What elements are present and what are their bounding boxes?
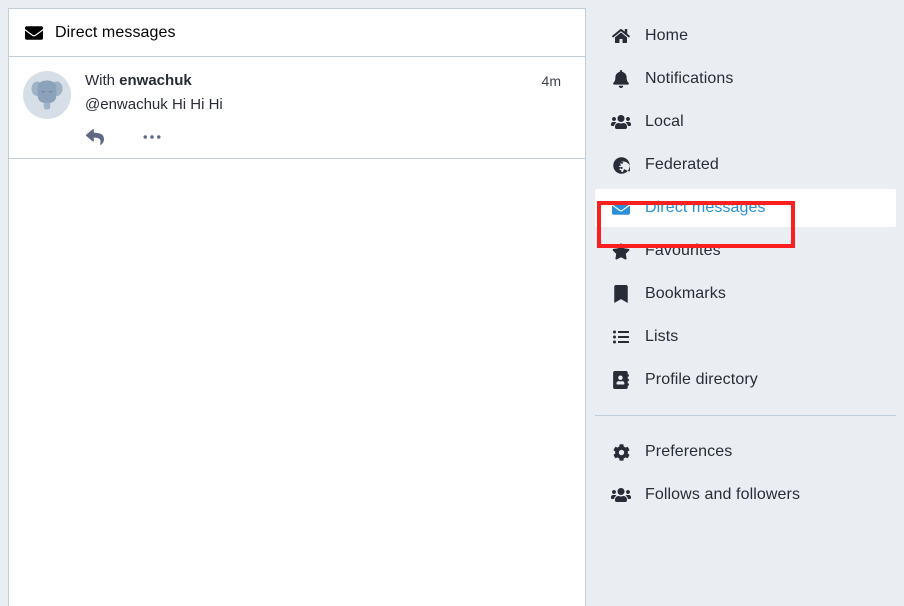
- envelope-icon: [611, 198, 631, 218]
- sidebar-item-federated[interactable]: Federated: [595, 146, 896, 184]
- conversation-top-row: With enwachuk 4m: [85, 71, 575, 91]
- bookmark-icon: [611, 284, 631, 304]
- direct-messages-column: Direct messages With enwachuk 4m @enwach…: [8, 8, 586, 606]
- users-icon: [611, 485, 631, 505]
- sidebar-item-notifications[interactable]: Notifications: [595, 60, 896, 98]
- conversation-row[interactable]: With enwachuk 4m @enwachuk Hi Hi Hi: [9, 57, 585, 159]
- sidebar-item-label: Favourites: [645, 242, 721, 259]
- gear-icon: [611, 442, 631, 462]
- sidebar-item-label: Home: [645, 27, 689, 44]
- sidebar-item-bookmarks[interactable]: Bookmarks: [595, 275, 896, 313]
- sidebar-divider: [595, 415, 896, 416]
- globe-icon: [611, 155, 631, 175]
- sidebar-item-lists[interactable]: Lists: [595, 318, 896, 356]
- bell-icon: [611, 69, 631, 89]
- sidebar-item-label: Federated: [645, 156, 719, 173]
- sidebar-item-local[interactable]: Local: [595, 103, 896, 141]
- sidebar-item-label: Profile directory: [645, 371, 758, 388]
- sidebar-item-label: Lists: [645, 328, 679, 345]
- ellipsis-icon[interactable]: [143, 126, 177, 148]
- conversation-body: With enwachuk 4m @enwachuk Hi Hi Hi: [71, 71, 575, 148]
- column-header-title: Direct messages: [55, 23, 176, 41]
- sidebar-item-label: Direct messages: [645, 199, 766, 216]
- conversation-timestamp: 4m: [541, 73, 561, 89]
- list-icon: [611, 327, 631, 347]
- column-header: Direct messages: [9, 9, 585, 57]
- sidebar-item-label: Notifications: [645, 70, 734, 87]
- star-icon: [611, 241, 631, 261]
- sidebar-item-label: Local: [645, 113, 684, 130]
- sidebar-item-follows-and-followers[interactable]: Follows and followers: [595, 476, 896, 514]
- sidebar-item-favourites[interactable]: Favourites: [595, 232, 896, 270]
- conversation-participants: With enwachuk: [85, 71, 192, 91]
- envelope-icon: [24, 23, 44, 43]
- address-book-icon: [611, 370, 631, 390]
- with-account-name: enwachuk: [119, 72, 192, 89]
- avatar: [23, 71, 71, 119]
- navigation-sidebar: Home Notifications Local Federated Direc…: [587, 0, 904, 606]
- with-prefix: With: [85, 72, 120, 89]
- conversation-actions: [85, 126, 575, 148]
- home-icon: [611, 26, 631, 46]
- sidebar-item-direct-messages[interactable]: Direct messages: [595, 189, 896, 227]
- sidebar-item-preferences[interactable]: Preferences: [595, 433, 896, 471]
- sidebar-item-profile-directory[interactable]: Profile directory: [595, 361, 896, 399]
- conversation-preview-text: @enwachuk Hi Hi Hi: [85, 96, 223, 113]
- sidebar-item-label: Preferences: [645, 443, 733, 460]
- users-icon: [611, 112, 631, 132]
- sidebar-item-label: Bookmarks: [645, 285, 726, 302]
- reply-icon[interactable]: [85, 126, 119, 148]
- sidebar-item-label: Follows and followers: [645, 486, 801, 503]
- sidebar-item-home[interactable]: Home: [595, 17, 896, 55]
